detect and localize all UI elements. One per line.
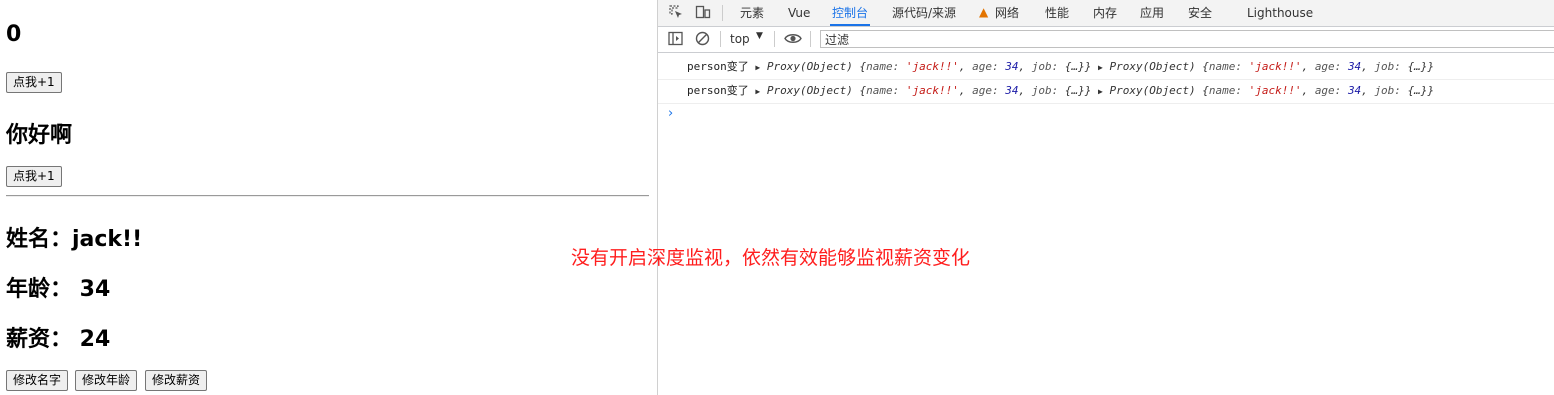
object-name-value: 'jack!!' [1248,84,1302,97]
expand-triangle-icon[interactable]: ▶ [1098,87,1103,96]
divider [6,195,649,197]
object-job-value: {…} [1064,60,1085,73]
change-name-button[interactable]: 修改名字 [6,370,69,391]
name-heading: 姓名：jack!! [6,227,143,252]
change-salary-button[interactable]: 修改薪资 [145,370,208,391]
expand-triangle-icon[interactable]: ▶ [755,63,760,72]
log-object-a[interactable]: Proxy(Object) {name: 'jack!!', age: 34, … [767,84,1092,97]
object-type: Proxy(Object) [1109,60,1196,73]
object-type: Proxy(Object) [766,60,853,73]
object-type: Proxy(Object) [1109,84,1196,97]
console-log-row: person变了 ▶ Proxy(Object) {name: 'jack!!'… [658,55,1554,80]
console-log-row: person变了 ▶ Proxy(Object) {name: 'jack!!'… [658,79,1554,104]
sum-heading: 0 [6,22,22,47]
add-one-button-2[interactable]: 点我+1 [6,166,62,187]
app-pane: 0 点我+1 你好啊 点我+1 姓名：jack!! 年龄： 34 薪资： 24 … [0,0,657,395]
tab-elements[interactable]: 元素 [738,0,766,26]
console-prompt-icon[interactable]: › [668,106,673,121]
device-toolbar-icon[interactable] [695,4,711,24]
log-content: person变了 ▶ Proxy(Object) {name: 'jack!!'… [687,79,1434,104]
toolbar-separator-2 [774,31,775,47]
tab-network[interactable]: 网络 [993,0,1021,26]
object-age-value: 34 [1005,60,1019,73]
warning-icon: ▲ [979,5,989,19]
tabbar-separator [722,5,723,21]
log-content: person变了 ▶ Proxy(Object) {name: 'jack!!'… [687,55,1434,80]
salary-heading: 薪资： 24 [6,327,111,352]
live-expression-eye-icon[interactable] [784,31,802,50]
object-age-value: 34 [1005,84,1019,97]
add-one-button[interactable]: 点我+1 [6,72,62,93]
tab-security[interactable]: 安全 [1186,0,1214,26]
tab-performance[interactable]: 性能 [1043,0,1071,26]
toolbar-separator-3 [810,31,811,47]
expand-triangle-icon[interactable]: ▶ [1098,63,1103,72]
context-selector[interactable]: top [730,32,750,46]
message-heading: 你好啊 [6,123,73,148]
object-name-value: 'jack!!' [905,60,959,73]
log-label: person变了 [687,84,749,97]
tab-memory[interactable]: 内存 [1091,0,1119,26]
tab-application[interactable]: 应用 [1138,0,1166,26]
object-name-value: 'jack!!' [905,84,959,97]
tab-sources[interactable]: 源代码/来源 [890,0,958,26]
age-heading: 年龄： 34 [6,277,111,302]
tab-vue[interactable]: Vue [786,0,812,26]
tab-console[interactable]: 控制台 [830,0,871,26]
object-age-value: 34 [1347,60,1362,73]
toolbar-separator [720,31,721,47]
object-job-value: {…} [1064,84,1085,97]
change-age-button[interactable]: 修改年龄 [75,370,138,391]
tab-lighthouse[interactable]: Lighthouse [1245,0,1315,26]
clear-console-icon[interactable] [695,31,710,50]
expand-triangle-icon[interactable]: ▶ [755,87,760,96]
filter-input[interactable]: 过滤 [820,30,1554,48]
log-object-b[interactable]: Proxy(Object) {name: 'jack!!', age: 34, … [1109,60,1434,73]
object-job-value: {…} [1407,84,1428,97]
devtools-panel: 元素 Vue 控制台 源代码/来源 ▲ 网络 性能 内存 应用 安全 Light… [657,0,1554,395]
log-object-b[interactable]: Proxy(Object) {name: 'jack!!', age: 34, … [1109,84,1434,97]
log-object-a[interactable]: Proxy(Object) {name: 'jack!!', age: 34, … [767,60,1092,73]
sidebar-toggle-icon[interactable] [668,31,683,50]
object-name-value: 'jack!!' [1248,60,1302,73]
object-type: Proxy(Object) [766,84,853,97]
context-dropdown-icon[interactable]: ▼ [756,31,763,41]
annotation-text: 没有开启深度监视，依然有效能够监视薪资变化 [571,247,971,269]
inspect-element-icon[interactable] [668,4,684,24]
object-age-value: 34 [1347,84,1362,97]
console-toolbar: top ▼ 过滤 [658,27,1554,53]
object-job-value: {…} [1407,60,1428,73]
log-label: person变了 [687,60,749,73]
devtools-tabbar: 元素 Vue 控制台 源代码/来源 ▲ 网络 性能 内存 应用 安全 Light… [658,0,1554,27]
